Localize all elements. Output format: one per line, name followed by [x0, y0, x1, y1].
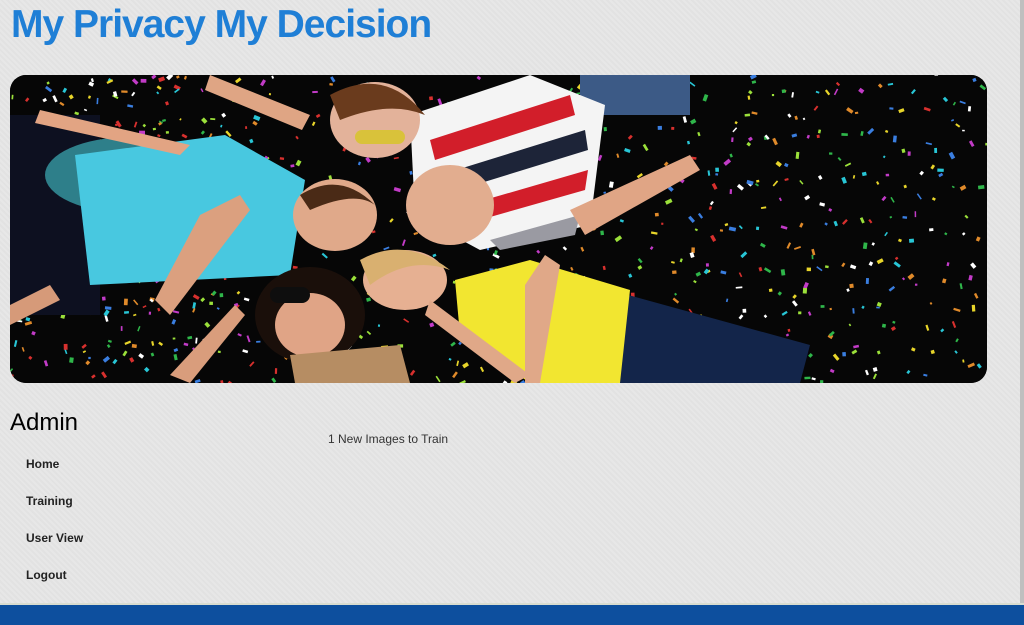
nav-link-training[interactable]: Training — [26, 494, 73, 508]
sidebar-heading: Admin — [10, 409, 79, 436]
page: My Privacy My Decision Admin Home Traini… — [0, 0, 1024, 625]
sidebar-item-home: Home — [26, 452, 83, 489]
site-title[interactable]: My Privacy My Decision — [11, 3, 432, 47]
nav-link-home[interactable]: Home — [26, 457, 59, 471]
footer-bar — [0, 603, 1024, 625]
new-images-notice: 1 New Images to Train — [328, 432, 449, 446]
sidebar-item-training: Training — [26, 489, 83, 526]
nav-link-logout[interactable]: Logout — [26, 568, 67, 582]
page-edge — [1020, 0, 1024, 603]
nav-link-user-view[interactable]: User View — [26, 531, 83, 545]
sidebar-item-logout: Logout — [26, 563, 83, 600]
banner-photo — [10, 75, 987, 383]
banner-image — [10, 75, 987, 383]
sidebar-item-user-view: User View — [26, 526, 83, 563]
sidebar-nav: Home Training User View Logout — [26, 452, 83, 600]
